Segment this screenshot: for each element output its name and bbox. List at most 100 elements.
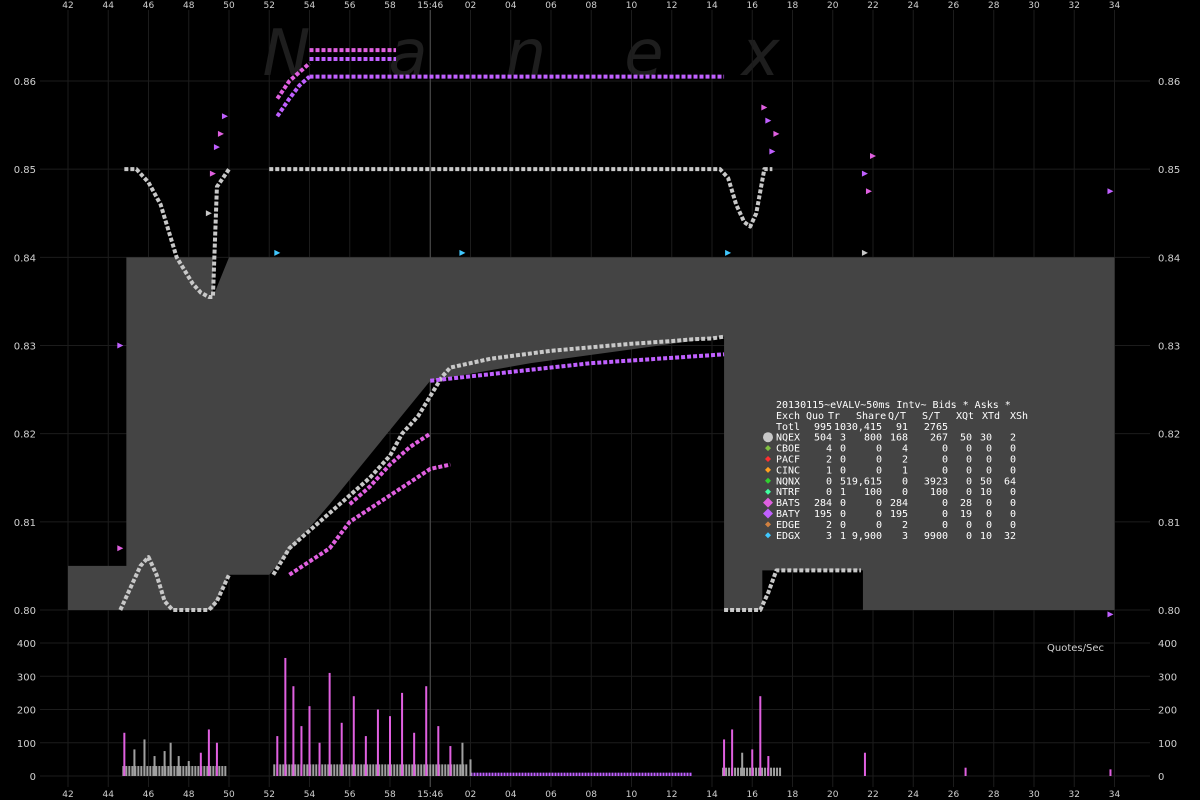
legend-cell-quo: 0 bbox=[826, 487, 832, 498]
volume-base-bar bbox=[737, 767, 740, 776]
volume-bar bbox=[863, 752, 866, 776]
legend-cell-quo: 195 bbox=[814, 509, 832, 520]
volume-base-bar bbox=[453, 764, 456, 776]
volume-base-bar bbox=[429, 764, 432, 776]
volume-base-bar bbox=[578, 772, 581, 776]
volume-base-bar bbox=[348, 764, 351, 776]
volume-base-bar bbox=[530, 772, 533, 776]
volume-base-bar bbox=[357, 764, 360, 776]
nanex-chart: Nanex 4242444446464848505052525454565658… bbox=[0, 0, 1200, 800]
time-tick-bottom: 54 bbox=[304, 790, 316, 800]
legend-cell-tr: 1 bbox=[840, 487, 846, 498]
volume-base-bar bbox=[575, 772, 578, 776]
volume-bar bbox=[169, 742, 172, 776]
volume-bar bbox=[449, 746, 452, 776]
volume-base-bar bbox=[194, 766, 197, 776]
volume-base-bar bbox=[435, 764, 438, 776]
volume-base-bar bbox=[515, 772, 518, 776]
volume-base-bar bbox=[140, 766, 143, 776]
volume-base-bar bbox=[488, 772, 491, 776]
legend-cell-exch: CINC bbox=[776, 465, 800, 476]
volume-base-bar bbox=[396, 764, 399, 776]
legend-cell-quo: 284 bbox=[814, 498, 832, 509]
volume-base-bar bbox=[476, 772, 479, 776]
volume-bar bbox=[143, 739, 146, 776]
volume-base-bar bbox=[131, 766, 134, 776]
legend-cell-qt: 1 bbox=[902, 465, 908, 476]
volume-base-bar bbox=[629, 772, 632, 776]
legend-cell-share: 0 bbox=[876, 455, 882, 466]
volume-bar bbox=[751, 749, 754, 776]
time-tick-bottom: 28 bbox=[988, 790, 1000, 800]
legend-cell-exch: NQNX bbox=[776, 476, 800, 487]
legend-header-cell: XTd bbox=[982, 411, 1000, 422]
volume-bar bbox=[284, 657, 287, 776]
time-tick-top: 50 bbox=[223, 1, 235, 11]
volume-bar bbox=[308, 706, 311, 776]
volume-base-bar bbox=[638, 772, 641, 776]
legend-cell-xqt: 0 bbox=[966, 476, 972, 487]
time-tick-bottom: 56 bbox=[344, 790, 356, 800]
time-tick-bottom: 46 bbox=[143, 790, 155, 800]
volume-base-bar bbox=[587, 772, 590, 776]
time-tick-bottom: 14 bbox=[706, 790, 718, 800]
volume-base-bar bbox=[197, 766, 200, 776]
volume-base-bar bbox=[218, 766, 221, 776]
volume-bar bbox=[352, 696, 355, 776]
legend-cell-tr: 0 bbox=[840, 455, 846, 466]
volume-bar bbox=[340, 722, 343, 776]
time-tick-bottom: 18 bbox=[787, 790, 799, 800]
volume-base-bar bbox=[659, 772, 662, 776]
watermark-text: Nanex bbox=[263, 17, 858, 91]
time-tick-bottom: 24 bbox=[908, 790, 920, 800]
volume-base-bar bbox=[689, 772, 692, 776]
volume-base-bar bbox=[593, 772, 596, 776]
legend-cell-qt: 0 bbox=[902, 476, 908, 487]
legend-cell-xqt: 0 bbox=[966, 487, 972, 498]
volume-base-bar bbox=[408, 764, 411, 776]
time-tick-top: 02 bbox=[465, 1, 476, 11]
time-tick-bottom: 52 bbox=[264, 790, 275, 800]
volume-bar bbox=[199, 752, 202, 776]
volume-bar bbox=[469, 759, 472, 776]
volume-bar bbox=[401, 692, 404, 776]
legend-header-cell: XQt bbox=[956, 411, 974, 422]
volume-bar bbox=[276, 736, 279, 776]
time-tick-bottom: 50 bbox=[223, 790, 235, 800]
volume-base-bar bbox=[459, 764, 462, 776]
legend-cell-tr: 3 bbox=[840, 433, 846, 444]
price-tick-left: 0.83 bbox=[14, 342, 36, 353]
time-tick-top: 04 bbox=[505, 1, 517, 11]
volume-bar bbox=[292, 686, 295, 776]
volume-base-bar bbox=[728, 767, 731, 776]
volume-base-bar bbox=[677, 772, 680, 776]
legend-cell-share: 0 bbox=[876, 509, 882, 520]
volume-bar bbox=[767, 756, 770, 776]
legend-cell-st: 100 bbox=[930, 487, 948, 498]
legend-cell-xsh: 0 bbox=[1010, 465, 1016, 476]
legend-cell-xqt: 28 bbox=[960, 498, 972, 509]
time-tick-top: 44 bbox=[103, 1, 115, 11]
volume-base-bar bbox=[384, 764, 387, 776]
legend-cell-qt: 168 bbox=[890, 433, 908, 444]
legend-cell-tr: 10 bbox=[834, 422, 846, 433]
time-tick-bottom: 22 bbox=[867, 790, 878, 800]
legend-cell-quo: 2 bbox=[826, 520, 832, 531]
legend-cell-st: 0 bbox=[942, 455, 948, 466]
volume-base-bar bbox=[182, 766, 185, 776]
time-tick-bottom: 15:46 bbox=[417, 790, 443, 800]
volume-base-bar bbox=[743, 767, 746, 776]
legend-cell-tr: 0 bbox=[840, 444, 846, 455]
volume-base-bar bbox=[482, 772, 485, 776]
volume-base-bar bbox=[665, 772, 668, 776]
legend-cell-exch: BATS bbox=[776, 498, 800, 509]
legend-cell-xqt: 50 bbox=[960, 433, 972, 444]
price-tick-left: 0.82 bbox=[14, 430, 36, 441]
volume-bar bbox=[461, 742, 464, 776]
volume-base-bar bbox=[563, 772, 566, 776]
volume-base-bar bbox=[315, 764, 318, 776]
volume-base-bar bbox=[560, 772, 563, 776]
volume-tick-right: 0 bbox=[1158, 772, 1164, 783]
legend-cell-st: 0 bbox=[942, 520, 948, 531]
volume-base-bar bbox=[776, 767, 779, 776]
